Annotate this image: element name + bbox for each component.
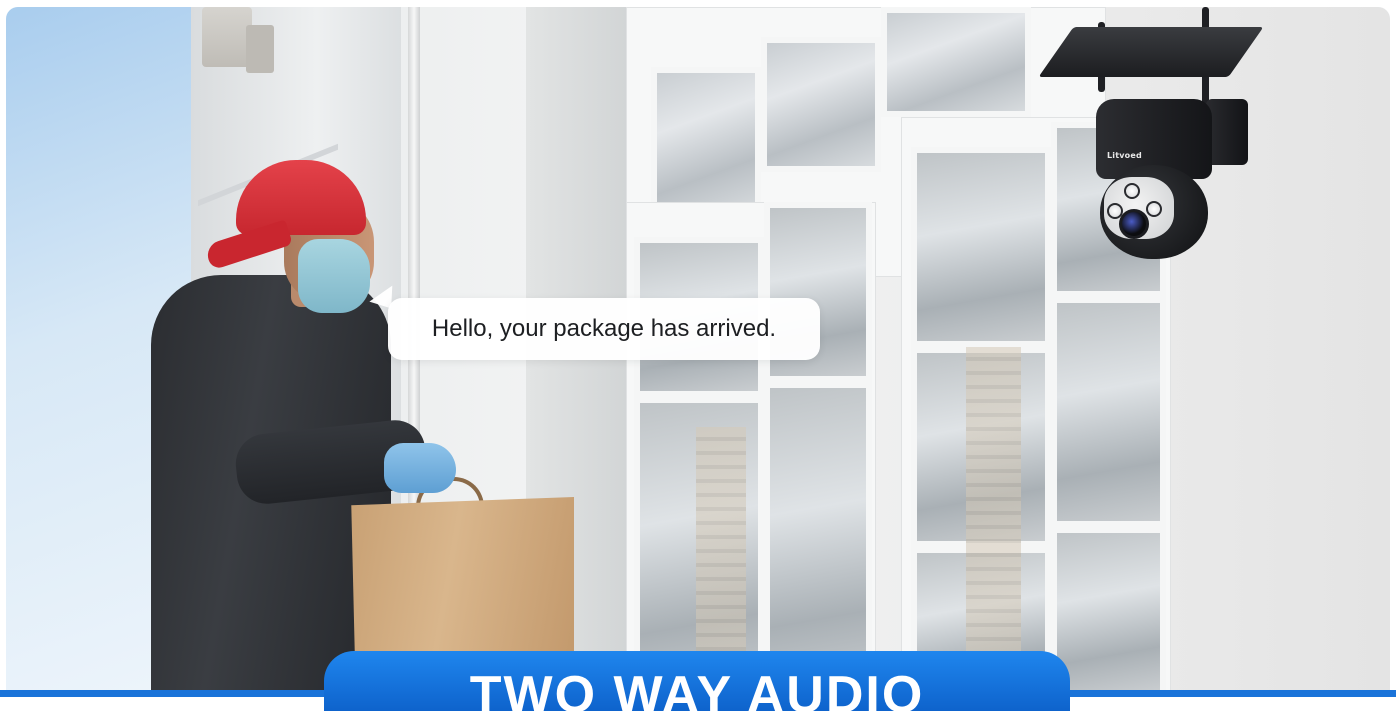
wall-lamp-arm: [246, 25, 274, 73]
speech-bubble-text: Hello, your package has arrived.: [431, 315, 777, 342]
wall-lamp: [202, 7, 252, 67]
solar-panel: [1038, 27, 1264, 77]
camera-mount: [1206, 99, 1248, 165]
window-pane: [1051, 297, 1166, 527]
window-pane: [761, 37, 881, 172]
feature-banner-title: TWO WAY AUDIO: [469, 666, 925, 711]
speech-bubble: Hello, your package has arrived.: [388, 298, 820, 360]
camera-spotlight: [1124, 183, 1140, 199]
window-pane: [764, 382, 872, 697]
camera-lens: [1119, 209, 1149, 239]
face-mask: [298, 239, 370, 313]
camera-spotlight: [1146, 201, 1162, 217]
blue-glove: [384, 443, 456, 493]
building-reflection: [966, 347, 1021, 667]
window-pane: [881, 7, 1031, 117]
building-reflection: [696, 427, 746, 677]
window-pane: [911, 147, 1051, 347]
window-pane: [651, 67, 761, 217]
camera-brand-logo: Litvoed: [1107, 151, 1142, 160]
feature-banner: TWO WAY AUDIO: [324, 651, 1070, 711]
